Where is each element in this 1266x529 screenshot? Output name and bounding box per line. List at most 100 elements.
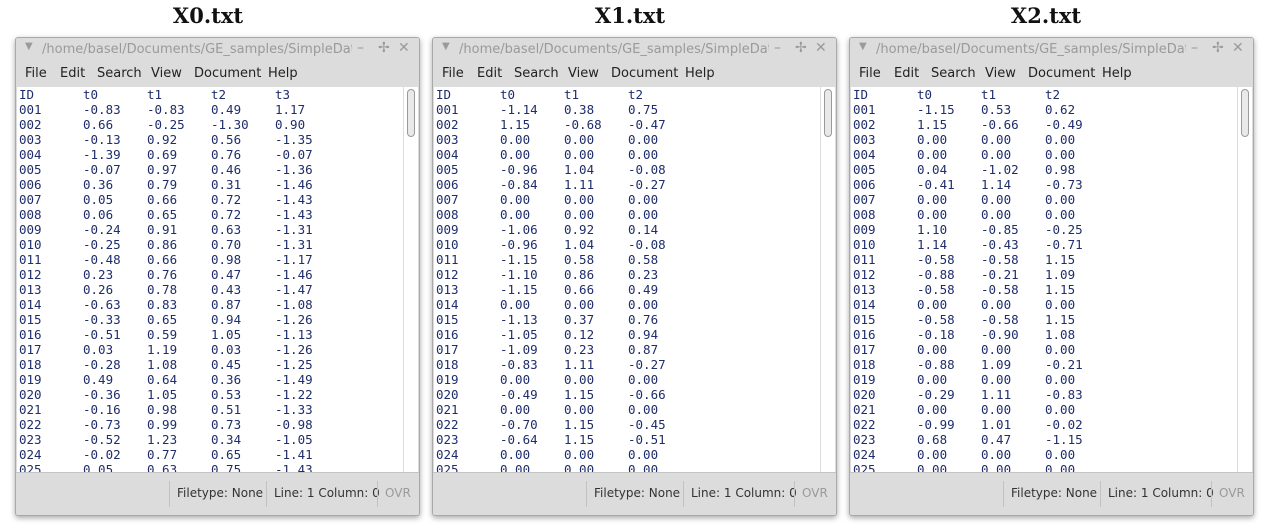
menu-help[interactable]: Help [685,66,715,81]
menu-document[interactable]: Document [1028,66,1095,81]
text-cell: 0.98 [1045,162,1076,177]
text-cell: 0.63 [147,462,178,472]
text-cell: -1.14 [500,102,538,117]
text-line: 020 -0.29 1.11 -0.83 [853,387,1237,402]
text-cell: -0.07 [275,147,313,162]
text-cell: -1.31 [275,222,313,237]
text-cell: 0.05 [83,462,114,472]
scrollbar-thumb[interactable] [407,89,415,137]
text-line: 014 -0.63 0.83 0.87 -1.08 [19,297,403,312]
menu-edit[interactable]: Edit [894,66,919,81]
text-line: 002 1.15 -0.66 -0.49 [853,117,1237,132]
window-menu-icon[interactable]: ▼ [442,41,450,52]
text-cell: 0.36 [83,177,114,192]
header-line: ID t0 t1 t2 [436,87,820,102]
text-cell: -0.90 [981,327,1019,342]
scrollbar-thumb[interactable] [1241,89,1249,137]
close-icon[interactable]: ✕ [815,40,827,56]
menu-view[interactable]: View [985,66,1016,81]
cursor-position-status: Line: 1 Column: 0 [274,486,380,500]
text-cell: -0.58 [917,252,955,267]
text-line: 022 -0.70 1.15 -0.45 [436,417,820,432]
text-cell: 0.03 [211,342,242,357]
text-cell: -0.29 [917,387,955,402]
text-cell: 0.00 [628,147,659,162]
maximize-icon[interactable]: ✢ [1212,40,1224,56]
menu-edit[interactable]: Edit [477,66,502,81]
menu-help[interactable]: Help [1102,66,1132,81]
text-cell: 0.62 [1045,102,1076,117]
menu-view[interactable]: View [568,66,599,81]
text-cell: 010 [436,237,459,252]
menu-file[interactable]: File [859,66,881,81]
text-line: 019 0.00 0.00 0.00 [436,372,820,387]
minimize-icon[interactable]: – [774,40,781,56]
text-line: 003 0.00 0.00 0.00 [853,132,1237,147]
title-bar[interactable]: ▼ /home/basel/Documents/GE_samples/Simpl… [433,38,836,62]
text-cell: 016 [19,327,42,342]
text-editor-area[interactable]: ID t0 t1 t2 001 -1.14 0.38 0.75 002 1.15 -0.68 -0.4… [434,87,820,472]
title-bar[interactable]: ▼ /home/basel/Documents/GE_samples/Simpl… [16,38,419,62]
text-cell: 0.66 [564,282,595,297]
filetype-status: Filetype: None [1011,486,1098,500]
header-line: ID t0 t1 t2 t3 [19,87,403,102]
text-cell: 009 [436,222,459,237]
text-cell: -0.43 [981,237,1019,252]
vertical-scrollbar[interactable] [1238,87,1252,472]
text-cell: 1.17 [275,102,306,117]
text-cell: -0.58 [917,282,955,297]
menu-view[interactable]: View [151,66,182,81]
text-cell: 0.79 [147,177,178,192]
close-icon[interactable]: ✕ [398,40,410,56]
text-line: 010 -0.25 0.86 0.70 -1.31 [19,237,403,252]
text-cell: 0.49 [83,372,114,387]
text-cell: 015 [853,312,876,327]
text-cell: 006 [436,177,459,192]
menu-document[interactable]: Document [611,66,678,81]
text-cell: 0.00 [500,297,531,312]
window-menu-icon[interactable]: ▼ [25,41,33,52]
menu-search[interactable]: Search [97,66,142,81]
text-cell: -0.68 [564,117,602,132]
text-line: 015 -0.58 -0.58 1.15 [853,312,1237,327]
text-line: 022 -0.73 0.99 0.73 -0.98 [19,417,403,432]
maximize-icon[interactable]: ✢ [378,40,390,56]
minimize-icon[interactable]: – [357,40,364,56]
vertical-scrollbar[interactable] [821,87,835,472]
menu-search[interactable]: Search [514,66,559,81]
menu-edit[interactable]: Edit [60,66,85,81]
menu-search[interactable]: Search [931,66,976,81]
title-bar[interactable]: ▼ /home/basel/Documents/GE_samples/Simpl… [850,38,1253,62]
text-cell: t1 [147,87,163,102]
window-title: /home/basel/Documents/GE_samples/SimpleD… [876,42,1186,57]
text-editor-area[interactable]: ID t0 t1 t2 t3 001 -0.83 -0.83 0.49 1.17 002 0.66 -0… [17,87,403,472]
text-cell: 0.06 [83,207,114,222]
text-cell: 1.04 [564,162,595,177]
text-cell: 0.91 [147,222,178,237]
menu-file[interactable]: File [25,66,47,81]
text-cell: 0.00 [1045,147,1076,162]
text-cell: 004 [19,147,42,162]
text-cell: 0.00 [564,297,595,312]
text-editor-area[interactable]: ID t0 t1 t2 001 -1.15 0.53 0.62 002 1.15 -0.66 -0.4… [851,87,1237,472]
text-cell: -1.36 [275,162,313,177]
text-line: 007 0.05 0.66 0.72 -1.43 [19,192,403,207]
text-cell: ID [19,87,35,102]
text-cell: 0.51 [211,402,242,417]
text-cell: 0.36 [211,372,242,387]
text-cell: 0.75 [211,462,242,472]
vertical-scrollbar[interactable] [404,87,418,472]
window-menu-icon[interactable]: ▼ [859,41,867,52]
editor-window-x0: ▼ /home/basel/Documents/GE_samples/Simpl… [15,37,420,516]
menu-document[interactable]: Document [194,66,261,81]
window-caption: X1.txt [594,3,666,28]
scrollbar-thumb[interactable] [824,89,832,137]
menu-file[interactable]: File [442,66,464,81]
minimize-icon[interactable]: – [1191,40,1198,56]
menu-help[interactable]: Help [268,66,298,81]
maximize-icon[interactable]: ✢ [795,40,807,56]
close-icon[interactable]: ✕ [1232,40,1244,56]
text-cell: 0.00 [564,192,595,207]
text-cell: 0.76 [211,147,242,162]
text-cell: 0.23 [83,267,114,282]
